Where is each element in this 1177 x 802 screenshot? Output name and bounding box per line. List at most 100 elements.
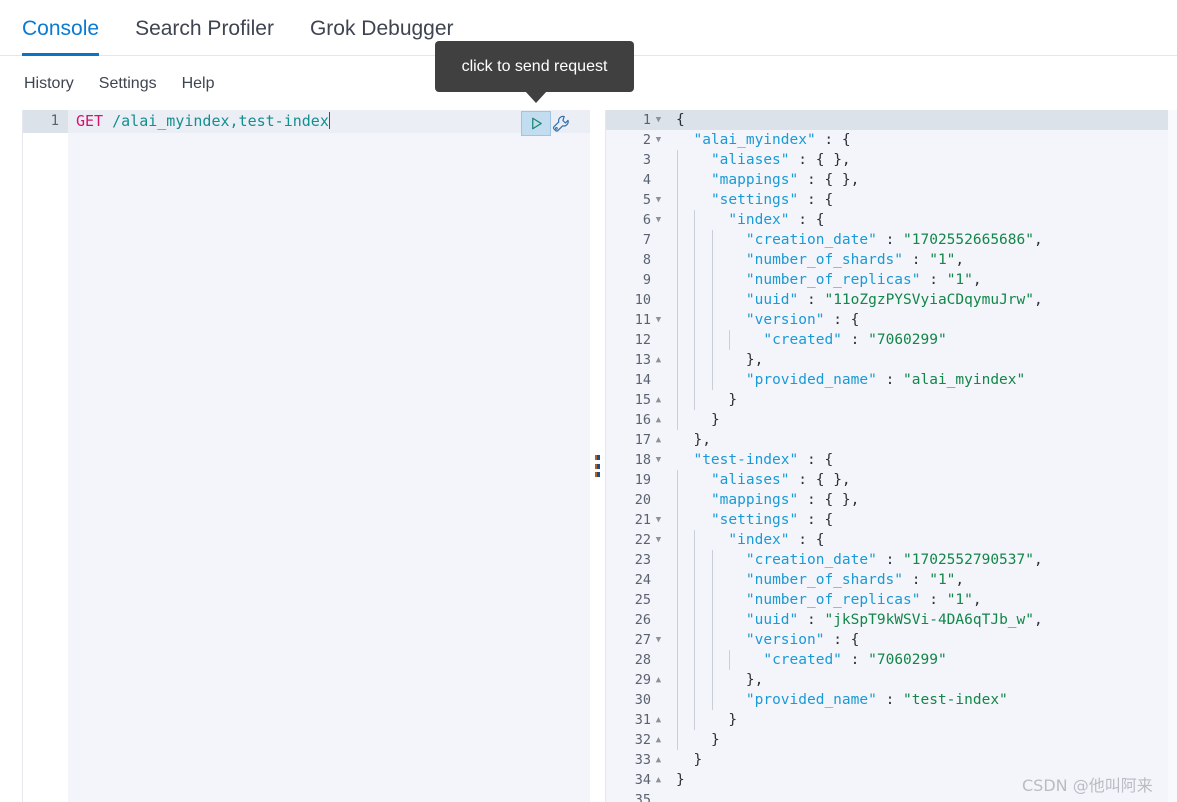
tab-grok-debugger[interactable]: Grok Debugger <box>310 0 454 56</box>
response-line: 9 "number_of_replicas" : "1", <box>606 270 1168 290</box>
response-line-text: } <box>728 712 738 728</box>
tab-console[interactable]: Console <box>22 0 100 56</box>
fold-close-icon[interactable]: ▲ <box>653 710 664 730</box>
tab-search-profiler-label: Search Profiler <box>135 17 274 40</box>
menu-item-help[interactable]: Help <box>182 75 215 93</box>
fold-open-icon[interactable]: ▼ <box>653 310 664 330</box>
response-line-text: "version" : { <box>745 312 860 328</box>
response-line-number: 11 <box>634 312 651 328</box>
fold-close-icon[interactable]: ▲ <box>653 410 664 430</box>
response-line-number: 25 <box>634 592 651 608</box>
response-line-number: 8 <box>642 252 651 268</box>
response-line-number: 14 <box>634 372 651 388</box>
response-line: 26 "uuid" : "jkSpT9kWSVi-4DA6qTJb_w", <box>606 610 1168 630</box>
request-path-space <box>103 112 112 130</box>
response-line-number: 20 <box>634 492 651 508</box>
response-line-text: "aliases" : { }, <box>710 472 851 488</box>
response-line-number: 24 <box>634 572 651 588</box>
fold-open-icon[interactable]: ▼ <box>653 110 664 130</box>
response-line: 22 ▼ "index" : { <box>606 530 1168 550</box>
request-line-number: 1 <box>50 113 59 129</box>
response-line-number: 35 <box>634 792 651 802</box>
send-request-button[interactable] <box>521 111 551 136</box>
wrench-icon <box>552 115 569 132</box>
response-line: 28 "created" : "7060299" <box>606 650 1168 670</box>
response-line: 23 "creation_date" : "1702552790537", <box>606 550 1168 570</box>
response-line: 14 "provided_name" : "alai_myindex" <box>606 370 1168 390</box>
response-line: 13 ▲ }, <box>606 350 1168 370</box>
response-line-number: 34 <box>634 772 651 788</box>
response-line-number: 15 <box>634 392 651 408</box>
fold-open-icon[interactable]: ▼ <box>653 190 664 210</box>
menu-item-settings[interactable]: Settings <box>99 75 157 93</box>
response-line-text: }, <box>693 432 711 448</box>
menu-item-history[interactable]: History <box>24 75 74 93</box>
response-line: 20 "mappings" : { }, <box>606 490 1168 510</box>
response-line-text: }, <box>745 672 764 688</box>
response-line-text: { <box>676 112 685 128</box>
response-line-number: 9 <box>642 272 651 288</box>
response-line: 10 "uuid" : "11oZgzPYSVyiaCDqymuJrw", <box>606 290 1168 310</box>
response-line: 8 "number_of_shards" : "1", <box>606 250 1168 270</box>
response-line-number: 30 <box>634 692 651 708</box>
response-line: 2 ▼ "alai_myindex" : { <box>606 130 1168 150</box>
response-line-number: 32 <box>634 732 651 748</box>
fold-close-icon[interactable]: ▲ <box>653 430 664 450</box>
request-gutter: 1 <box>23 110 68 802</box>
response-line-number: 21 <box>634 512 651 528</box>
response-line-number: 7 <box>642 232 651 248</box>
response-line: 30 "provided_name" : "test-index" <box>606 690 1168 710</box>
response-line-text: "number_of_shards" : "1", <box>745 252 965 268</box>
fold-open-icon[interactable]: ▼ <box>653 130 664 150</box>
response-line-text: "settings" : { <box>710 512 834 528</box>
response-line-number: 19 <box>634 472 651 488</box>
pane-splitter[interactable] <box>590 110 605 802</box>
response-line: 32 ▲ } <box>606 730 1168 750</box>
response-line-text: "number_of_replicas" : "1", <box>745 272 982 288</box>
response-line-number: 27 <box>634 632 651 648</box>
response-line: 29 ▲ }, <box>606 670 1168 690</box>
fold-open-icon[interactable]: ▼ <box>653 210 664 230</box>
fold-close-icon[interactable]: ▲ <box>653 730 664 750</box>
response-line-number: 13 <box>634 352 651 368</box>
fold-open-icon[interactable]: ▼ <box>653 630 664 650</box>
response-line-text: "provided_name" : "test-index" <box>745 692 1008 708</box>
response-line-text: "settings" : { <box>710 192 834 208</box>
request-tools-button[interactable] <box>549 112 573 136</box>
response-line-text: "aliases" : { }, <box>710 152 851 168</box>
response-line-number: 3 <box>642 152 651 168</box>
response-line-number: 29 <box>634 672 651 688</box>
response-line-text: } <box>710 732 720 748</box>
response-line-number: 28 <box>634 652 651 668</box>
fold-close-icon[interactable]: ▲ <box>653 390 664 410</box>
response-line: 33 ▲ } <box>606 750 1168 770</box>
fold-close-icon[interactable]: ▲ <box>653 350 664 370</box>
response-line-text: } <box>693 752 703 768</box>
response-line: 6 ▼ "index" : { <box>606 210 1168 230</box>
response-line-text: "index" : { <box>728 212 825 228</box>
request-code-line[interactable]: GET /alai_myindex,test-index <box>76 110 330 133</box>
tooltip-arrow <box>525 91 547 103</box>
response-line-text: "created" : "7060299" <box>763 652 947 668</box>
response-right-edge <box>1168 110 1177 802</box>
response-line-number: 5 <box>642 192 651 208</box>
response-line: 31 ▲ } <box>606 710 1168 730</box>
response-line-text: "uuid" : "11oZgzPYSVyiaCDqymuJrw", <box>745 292 1043 308</box>
fold-close-icon[interactable]: ▲ <box>653 670 664 690</box>
tab-search-profiler[interactable]: Search Profiler <box>135 0 274 56</box>
response-line-text: "number_of_replicas" : "1", <box>745 592 982 608</box>
fold-open-icon[interactable]: ▼ <box>653 530 664 550</box>
fold-open-icon[interactable]: ▼ <box>653 510 664 530</box>
response-line-number: 4 <box>642 172 651 188</box>
response-viewer[interactable]: 1 ▼{2 ▼ "alai_myindex" : {3 "aliases" : { … <box>605 110 1168 802</box>
response-line-number: 26 <box>634 612 651 628</box>
text-caret <box>328 112 330 129</box>
request-editor[interactable]: 1 GET /alai_myindex,test-index <box>22 110 590 802</box>
response-lines: 1 ▼{2 ▼ "alai_myindex" : {3 "aliases" : { … <box>606 110 1168 802</box>
fold-close-icon[interactable]: ▲ <box>653 770 664 790</box>
response-line-text: "creation_date" : "1702552790537", <box>745 552 1043 568</box>
fold-open-icon[interactable]: ▼ <box>653 450 664 470</box>
fold-close-icon[interactable]: ▲ <box>653 750 664 770</box>
tab-grok-debugger-label: Grok Debugger <box>309 17 454 40</box>
send-request-tooltip: click to send request <box>435 41 634 92</box>
